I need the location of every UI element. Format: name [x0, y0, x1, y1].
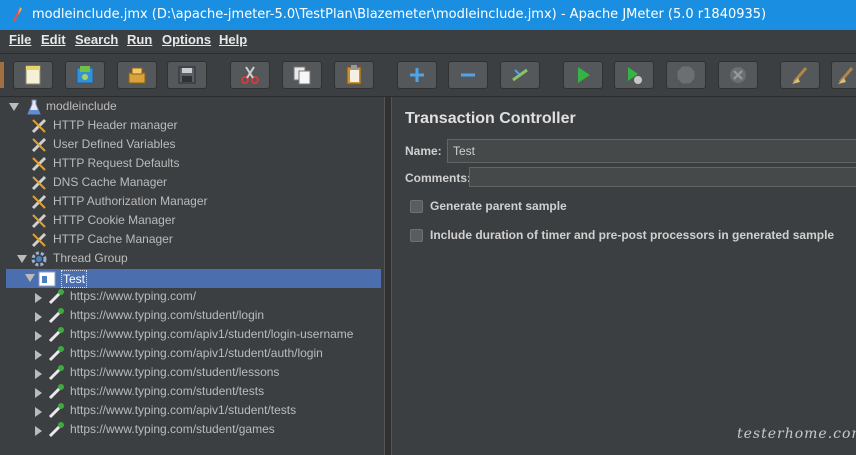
expand-arrow-icon[interactable]: [35, 312, 42, 322]
transaction-controller-panel: Transaction Controller Name: Test Commen…: [393, 97, 856, 455]
start-no-pauses-button[interactable]: [614, 61, 654, 89]
pipette-icon: [48, 308, 64, 324]
collapse-all-button[interactable]: [448, 61, 488, 89]
wrench-icon: [31, 156, 47, 172]
toggle-icon: [512, 68, 528, 82]
comments-label: Comments:: [405, 171, 472, 185]
gear-icon: [31, 251, 47, 267]
window-title: modleinclude.jmx (D:\apache-jmeter-5.0\T…: [32, 7, 767, 22]
expand-arrow-icon[interactable]: [35, 331, 42, 341]
wrench-icon: [31, 137, 47, 153]
menu-edit[interactable]: Edit: [41, 30, 66, 53]
test-plan-flask-icon: [27, 99, 41, 115]
name-label: Name:: [405, 144, 442, 158]
start-button[interactable]: [563, 61, 603, 89]
include-timer-duration-label: Include duration of timer and pre-post p…: [430, 228, 835, 242]
open-icon: [128, 67, 146, 84]
pipette-icon: [48, 384, 64, 400]
new-button[interactable]: [13, 61, 53, 89]
pipette-icon: [48, 422, 64, 438]
clear-all-button[interactable]: [831, 61, 856, 89]
pipette-icon: [48, 403, 64, 419]
save-button[interactable]: [167, 61, 207, 89]
generate-parent-sample-checkbox[interactable]: [410, 200, 423, 213]
cut-button[interactable]: [230, 61, 270, 89]
cut-icon: [241, 66, 259, 84]
toolbar: [0, 54, 856, 97]
panel-title: Transaction Controller: [405, 110, 576, 127]
collapse-icon: [461, 73, 475, 77]
new-icon: [25, 65, 41, 85]
clear-icon: [792, 67, 808, 84]
templates-icon: [76, 66, 94, 84]
shutdown-button[interactable]: [718, 61, 758, 89]
transaction-controller-icon: [38, 271, 56, 287]
expand-arrow-icon[interactable]: [35, 293, 42, 303]
comments-field[interactable]: [469, 167, 856, 187]
wrench-icon: [31, 213, 47, 229]
clear-button[interactable]: [780, 61, 820, 89]
shutdown-icon: [730, 67, 746, 83]
paste-button[interactable]: [334, 61, 374, 89]
wrench-icon: [31, 175, 47, 191]
wrench-icon: [31, 232, 47, 248]
menu-help[interactable]: Help: [219, 30, 247, 53]
title-bar: modleinclude.jmx (D:\apache-jmeter-5.0\T…: [0, 0, 856, 30]
collapse-arrow-icon[interactable]: [9, 103, 19, 111]
stop-button[interactable]: [666, 61, 706, 89]
pipette-icon: [48, 346, 64, 362]
toolbar-edge-icon: [0, 62, 4, 88]
expand-arrow-icon[interactable]: [35, 388, 42, 398]
wrench-icon: [31, 118, 47, 134]
menu-options[interactable]: Options: [162, 30, 211, 53]
watermark: testerhome.com: [737, 426, 856, 442]
expand-arrow-icon[interactable]: [35, 350, 42, 360]
copy-button[interactable]: [282, 61, 322, 89]
stop-icon: [676, 65, 696, 85]
collapse-arrow-icon[interactable]: [17, 255, 27, 263]
jmeter-feather-icon: [13, 7, 22, 23]
toggle-button[interactable]: [500, 61, 540, 89]
menu-bar: File Edit Search Run Options Help: [0, 30, 856, 54]
open-button[interactable]: [117, 61, 157, 89]
expand-arrow-icon[interactable]: [35, 407, 42, 417]
collapse-arrow-icon[interactable]: [25, 274, 35, 282]
expand-all-button[interactable]: [397, 61, 437, 89]
pipette-icon: [48, 327, 64, 343]
start-no-pause-icon: [628, 67, 642, 84]
save-icon: [178, 66, 196, 84]
clear-all-icon: [838, 67, 854, 84]
pipette-icon: [48, 365, 64, 381]
start-icon: [578, 67, 590, 83]
pipette-icon: [48, 289, 64, 305]
copy-icon: [293, 66, 311, 85]
wrench-icon: [31, 194, 47, 210]
menu-file[interactable]: File: [9, 30, 31, 53]
expand-icon: [410, 68, 424, 82]
expand-arrow-icon[interactable]: [35, 369, 42, 379]
expand-arrow-icon[interactable]: [35, 426, 42, 436]
menu-search[interactable]: Search: [75, 30, 118, 53]
templates-button[interactable]: [65, 61, 105, 89]
generate-parent-sample-label: Generate parent sample: [430, 199, 567, 213]
include-timer-duration-checkbox[interactable]: [410, 229, 423, 242]
split-pane-divider[interactable]: [384, 97, 392, 455]
name-field[interactable]: Test: [447, 139, 856, 163]
menu-run[interactable]: Run: [127, 30, 152, 53]
paste-icon: [346, 65, 362, 85]
